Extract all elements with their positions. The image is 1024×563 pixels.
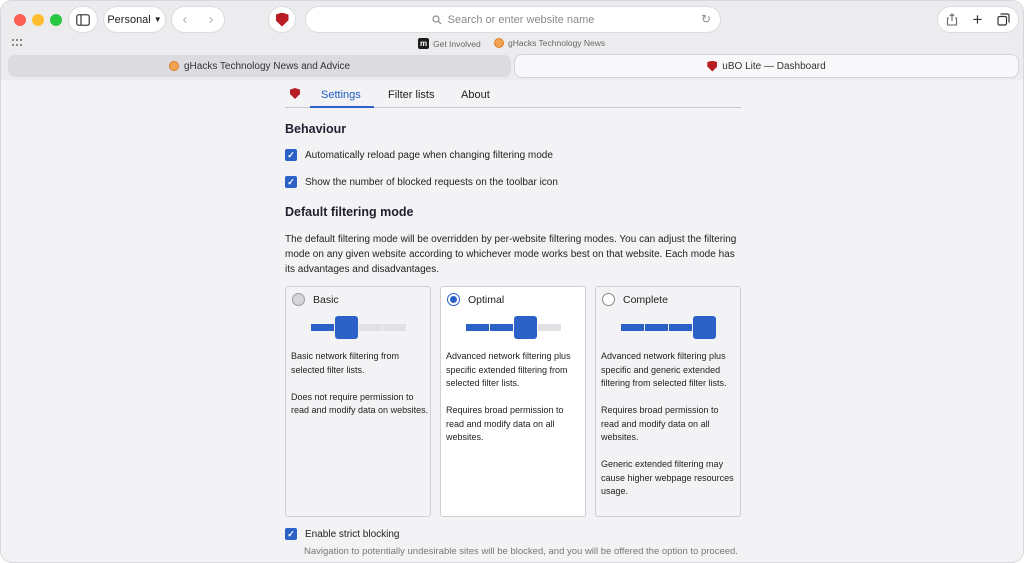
mode-header: Complete — [602, 293, 668, 306]
show-count-option: ✓ Show the number of blocked requests on… — [285, 176, 558, 188]
tab-label: gHacks Technology News and Advice — [183, 60, 351, 72]
mode-name: Complete — [623, 293, 668, 306]
ubo-logo — [290, 88, 300, 99]
tab-filter-lists[interactable]: Filter lists — [388, 89, 434, 101]
mode-description: Advanced network filtering plus specific… — [446, 350, 584, 458]
mode-paragraph: Advanced network filtering plus specific… — [601, 351, 727, 388]
tab-ubo-dashboard[interactable]: uBO Lite — Dashboard — [515, 55, 1018, 77]
ubo-shield-icon — [707, 60, 718, 72]
default-mode-description: The default filtering mode will be overr… — [285, 234, 737, 275]
show-count-checkbox[interactable]: ✓ — [285, 176, 297, 188]
dashboard-tabs: Settings Filter lists About — [285, 84, 741, 108]
ghacks-logo-icon — [168, 61, 179, 71]
mode-level-slider — [466, 316, 562, 340]
slider-segment — [359, 324, 382, 331]
mode-paragraph: Basic network filtering from selected fi… — [291, 351, 400, 375]
mode-radio-complete[interactable] — [602, 293, 615, 306]
slider-thumb — [335, 316, 358, 339]
ghacks-logo-icon — [494, 38, 504, 48]
minimize-window-button[interactable] — [32, 14, 44, 26]
m-logo-icon: m — [418, 38, 429, 49]
favorites-grid-icon[interactable] — [12, 39, 22, 47]
tab-ghacks[interactable]: gHacks Technology News and Advice — [8, 55, 511, 77]
profile-button[interactable]: Personal ▼ — [104, 7, 165, 32]
behaviour-heading: Behaviour — [285, 122, 347, 136]
ubo-shield-icon — [275, 12, 289, 27]
mode-paragraph: Generic extended filtering may cause hig… — [601, 459, 734, 496]
mode-description: Advanced network filtering plus specific… — [601, 350, 739, 512]
address-placeholder: Search or enter website name — [447, 13, 595, 26]
auto-reload-option: ✓ Automatically reload page when changin… — [285, 149, 553, 161]
slider-segment — [621, 324, 644, 331]
mode-card-optimal[interactable]: Optimal Advanced network filtering plus … — [440, 286, 586, 517]
mode-paragraph: Requires broad permission to read and mo… — [446, 405, 564, 442]
default-mode-heading: Default filtering mode — [285, 205, 414, 219]
tab-label: uBO Lite — Dashboard — [722, 60, 826, 72]
filtering-modes: Basic Basic network filtering from selec… — [285, 286, 741, 517]
slider-segment — [490, 324, 513, 331]
browser-toolbar: Personal ▼ ‹ › Search or enter website n… — [1, 1, 1023, 37]
mode-paragraph: Advanced network filtering plus specific… — [446, 351, 571, 388]
mode-card-basic[interactable]: Basic Basic network filtering from selec… — [285, 286, 431, 517]
profile-label: Personal — [107, 13, 151, 26]
search-icon — [432, 14, 442, 24]
tab-overview-icon[interactable] — [997, 13, 1011, 26]
mode-name: Basic — [313, 293, 339, 306]
favorite-label: Get Involved — [433, 38, 481, 49]
mode-header: Basic — [292, 293, 339, 306]
navigation-buttons: ‹ › — [172, 7, 224, 32]
sidebar-toggle-button[interactable] — [69, 7, 97, 32]
slider-segment — [538, 324, 561, 331]
favorite-get-involved[interactable]: m Get Involved — [418, 38, 481, 49]
mode-header: Optimal — [447, 293, 504, 306]
mode-paragraph: Requires broad permission to read and mo… — [601, 405, 719, 442]
show-count-label: Show the number of blocked requests on t… — [305, 176, 558, 188]
favorite-ghacks[interactable]: gHacks Technology News — [494, 38, 605, 48]
share-icon[interactable] — [946, 13, 958, 26]
favorite-label: gHacks Technology News — [508, 38, 606, 48]
strict-blocking-note: Navigation to potentially undesirable si… — [304, 546, 738, 557]
ubo-shield-icon — [290, 88, 300, 99]
tab-about[interactable]: About — [461, 89, 490, 101]
mode-card-complete[interactable]: Complete Advanced network filtering plus… — [595, 286, 741, 517]
slider-segment — [311, 324, 334, 331]
mode-name: Optimal — [468, 293, 505, 306]
tab-settings[interactable]: Settings — [321, 89, 361, 101]
slider-thumb — [514, 316, 537, 339]
mode-description: Basic network filtering from selected fi… — [291, 350, 429, 431]
toolbar-right-buttons: + — [938, 7, 1018, 32]
dashboard-page: Settings Filter lists About Behaviour ✓ … — [1, 80, 1023, 562]
back-icon[interactable]: ‹ — [183, 11, 188, 28]
mode-paragraph: Does not require permission to read and … — [291, 391, 429, 416]
slider-segment — [383, 324, 406, 331]
strict-blocking-checkbox[interactable]: ✓ — [285, 528, 297, 540]
ubo-extension-button[interactable] — [269, 7, 295, 32]
slider-segment — [466, 324, 489, 331]
browser-window: Personal ▼ ‹ › Search or enter website n… — [0, 0, 1024, 563]
address-bar[interactable]: Search or enter website name ↻ — [306, 7, 720, 32]
strict-blocking-label: Enable strict blocking — [305, 528, 400, 540]
mode-radio-basic[interactable] — [292, 293, 305, 306]
active-tab-indicator — [310, 106, 374, 108]
favorites-bar: m Get Involved gHacks Technology News — [1, 36, 1023, 52]
strict-blocking-option: ✓ Enable strict blocking — [285, 528, 400, 540]
mode-radio-optimal[interactable] — [447, 293, 460, 306]
slider-thumb — [693, 316, 716, 339]
mode-level-slider — [311, 316, 407, 340]
sidebar-icon — [76, 13, 90, 26]
auto-reload-label: Automatically reload page when changing … — [305, 149, 553, 161]
mode-level-slider — [621, 316, 717, 340]
reload-icon[interactable]: ↻ — [701, 12, 711, 26]
tab-bar: gHacks Technology News and Advice uBO Li… — [1, 52, 1023, 80]
auto-reload-checkbox[interactable]: ✓ — [285, 149, 297, 161]
forward-icon[interactable]: › — [209, 11, 214, 28]
zoom-window-button[interactable] — [50, 14, 62, 26]
slider-segment — [669, 324, 692, 331]
close-window-button[interactable] — [14, 14, 26, 26]
slider-segment — [645, 324, 668, 331]
new-tab-icon[interactable]: + — [973, 10, 983, 30]
chevron-down-icon: ▼ — [153, 15, 162, 24]
